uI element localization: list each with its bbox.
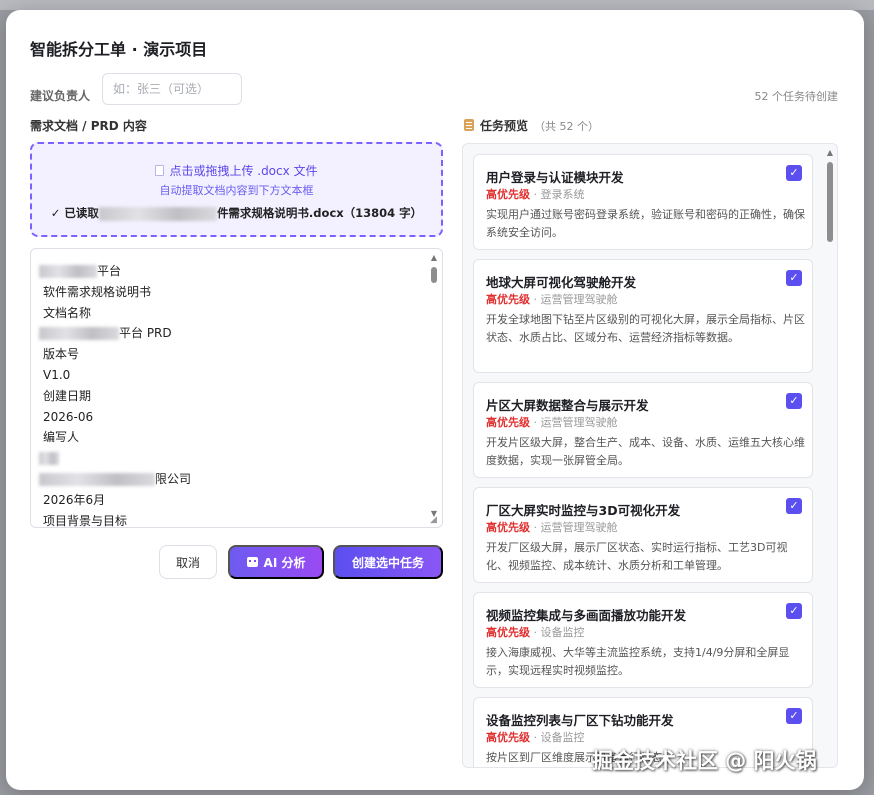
modal-title: 智能拆分工单 · 演示项目 [30, 40, 208, 59]
task-card[interactable]: 片区大屏数据整合与展示开发 ✓ 高优先级 · 运营管理驾驶舱 开发片区级大屏，整… [473, 382, 813, 478]
task-preview-header: 任务预览 （共 52 个） [464, 117, 599, 134]
task-module: · 设备监控 [533, 731, 585, 744]
scroll-thumb[interactable] [431, 267, 437, 283]
priority-badge: 高优先级 [486, 731, 530, 744]
doc-line: 平台 PRD [39, 323, 191, 344]
assignee-input[interactable] [102, 73, 242, 105]
redacted-text [39, 452, 59, 466]
task-checkbox[interactable]: ✓ [786, 270, 802, 286]
textarea-scrollbar[interactable]: ▲ ▼ [429, 253, 439, 518]
task-description: 接入海康威视、大华等主流监控系统，支持1/4/9分屏和全屏显示，实现远程实时视频… [486, 646, 790, 677]
task-list-scrollbar[interactable]: ▲ [825, 146, 835, 765]
task-checkbox[interactable]: ✓ [786, 165, 802, 181]
task-card[interactable]: 地球大屏可视化驾驶舱开发 ✓ 高优先级 · 运营管理驾驶舱 开发全球地图下钻至片… [473, 259, 813, 373]
task-module: · 登录系统 [533, 188, 585, 201]
task-module: · 运营管理驾驶舱 [533, 416, 618, 429]
upload-status-filename: 件需求规格说明书.docx（13804 字） [216, 206, 423, 220]
redacted-text [39, 472, 155, 486]
task-meta: 高优先级 · 运营管理驾驶舱 [486, 519, 618, 535]
task-meta: 高优先级 · 登录系统 [486, 186, 585, 202]
ai-analyze-label: AI 分析 [263, 555, 306, 570]
doc-line: 限公司 [39, 469, 192, 490]
redacted-text [39, 327, 119, 341]
upload-instruction: 点击或拖拽上传 .docx 文件 [32, 162, 441, 179]
task-title: 厂区大屏实时监控与3D可视化开发 [486, 503, 681, 518]
priority-badge: 高优先级 [486, 521, 530, 534]
task-checkbox[interactable]: ✓ [786, 498, 802, 514]
doc-line: 2026年6月 [43, 492, 106, 507]
task-title: 用户登录与认证模块开发 [486, 170, 624, 185]
priority-badge: 高优先级 [486, 188, 530, 201]
task-module: · 运营管理驾驶舱 [533, 521, 618, 534]
task-meta: 高优先级 · 运营管理驾驶舱 [486, 291, 618, 307]
doc-line-text: 平台 PRD [119, 326, 172, 341]
scroll-up-icon[interactable]: ▲ [825, 148, 835, 158]
prd-content-textarea[interactable]: 平台 软件需求规格说明书 文档名称 平台 PRD 版本号 V1.0 创建日期 2… [30, 248, 443, 528]
priority-badge: 高优先级 [486, 626, 530, 639]
redacted-text [98, 206, 217, 221]
ai-analyze-button[interactable]: AI 分析 [228, 545, 324, 579]
task-description: 实现用户通过账号密码登录系统，验证账号和密码的正确性，确保系统安全访问。 [486, 208, 805, 239]
upload-status-prefix: ✓ 已读取 [50, 206, 99, 220]
document-icon [155, 165, 165, 176]
task-module: · 设备监控 [533, 626, 585, 639]
upload-hint: 自动提取文档内容到下方文本框 [159, 184, 314, 197]
prd-content-lines: 平台 软件需求规格说明书 文档名称 平台 PRD 版本号 V1.0 创建日期 2… [39, 261, 192, 528]
doc-line: 创建日期 [43, 388, 92, 403]
task-meta: 高优先级 · 设备监控 [486, 729, 585, 745]
resize-handle-icon[interactable]: ◢ [430, 515, 440, 525]
doc-line: 文档名称 [43, 305, 92, 320]
doc-line: 软件需求规格说明书 [43, 284, 152, 299]
upload-status: ✓ 已读取 件需求规格说明书.docx（13804 字） [32, 205, 441, 221]
scroll-up-icon[interactable]: ▲ [429, 253, 439, 263]
task-description: 开发厂区级大屏，展示厂区状态、实时运行指标、工艺3D可视化、视频监控、成本统计、… [486, 541, 788, 572]
task-preview-title: 任务预览 [480, 119, 529, 133]
doc-line-text: 限公司 [155, 471, 192, 486]
doc-line: 版本号 [43, 347, 80, 362]
task-card[interactable]: 用户登录与认证模块开发 ✓ 高优先级 · 登录系统 实现用户通过账号密码登录系统… [473, 154, 813, 250]
task-meta: 高优先级 · 设备监控 [486, 624, 585, 640]
task-description: 开发片区级大屏，整合生产、成本、设备、水质、运维五大核心维度数据，实现一张屏管全… [486, 436, 805, 467]
priority-badge: 高优先级 [486, 293, 530, 306]
create-selected-tasks-button[interactable]: 创建选中任务 [333, 545, 443, 579]
assignee-label: 建议负责人 [30, 89, 91, 103]
prd-section-label: 需求文档 / PRD 内容 [30, 119, 147, 133]
task-title: 设备监控列表与厂区下钻功能开发 [486, 713, 674, 728]
task-preview-list[interactable]: 用户登录与认证模块开发 ✓ 高优先级 · 登录系统 实现用户通过账号密码登录系统… [462, 143, 838, 768]
split-task-modal: 智能拆分工单 · 演示项目 建议负责人 52 个任务待创建 需求文档 / PRD… [6, 10, 864, 790]
task-card[interactable]: 视频监控集成与多画面播放功能开发 ✓ 高优先级 · 设备监控 接入海康威视、大华… [473, 592, 813, 688]
task-title: 片区大屏数据整合与展示开发 [486, 398, 649, 413]
upload-instruction-text: 点击或拖拽上传 .docx 文件 [169, 164, 318, 178]
robot-icon [246, 557, 258, 567]
task-card[interactable]: 厂区大屏实时监控与3D可视化开发 ✓ 高优先级 · 运营管理驾驶舱 开发厂区级大… [473, 487, 813, 583]
task-module: · 运营管理驾驶舱 [533, 293, 618, 306]
watermark: 掘金技术社区 @ 阳火锅 [592, 749, 817, 773]
doc-line-text: 平台 [97, 264, 122, 278]
pending-task-count: 52 个任务待创建 [754, 90, 839, 103]
doc-line: 项目背景与目标 [43, 513, 128, 528]
scroll-thumb[interactable] [827, 162, 833, 242]
backdrop-strip [0, 0, 874, 10]
task-description: 开发全球地图下钻至片区级别的可视化大屏，展示全局指标、片区状态、水质占比、区域分… [486, 313, 805, 344]
doc-line: 编写人 [43, 430, 80, 445]
doc-line [39, 448, 191, 469]
task-checkbox[interactable]: ✓ [786, 603, 802, 619]
task-title: 视频监控集成与多画面播放功能开发 [486, 608, 687, 623]
redacted-text [39, 265, 97, 278]
task-checkbox[interactable]: ✓ [786, 708, 802, 724]
doc-line: 平台 [39, 261, 191, 282]
task-meta: 高优先级 · 运营管理驾驶舱 [486, 414, 618, 430]
task-title: 地球大屏可视化驾驶舱开发 [486, 275, 637, 290]
task-total-count: （共 52 个） [534, 120, 600, 133]
doc-line: V1.0 [43, 367, 71, 382]
docx-upload-zone[interactable]: 点击或拖拽上传 .docx 文件 自动提取文档内容到下方文本框 ✓ 已读取 件需求… [30, 142, 443, 237]
priority-badge: 高优先级 [486, 416, 530, 429]
cancel-button[interactable]: 取消 [159, 545, 217, 579]
doc-line: 2026-06 [43, 409, 94, 424]
clipboard-icon [464, 119, 474, 131]
task-checkbox[interactable]: ✓ [786, 393, 802, 409]
